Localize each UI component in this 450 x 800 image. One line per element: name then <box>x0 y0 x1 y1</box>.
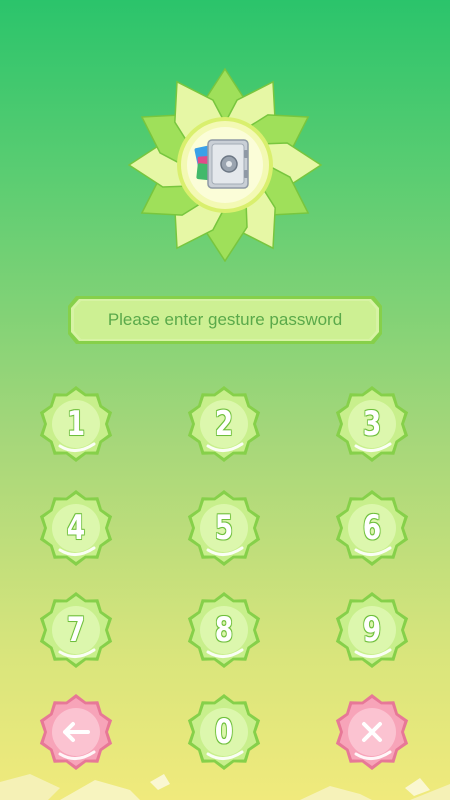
key-1[interactable]: 1 <box>38 386 114 462</box>
key-label: 4 <box>66 508 86 548</box>
key-0[interactable]: 0 <box>186 694 262 770</box>
key-label: 0 <box>214 712 234 752</box>
crystal-decoration <box>0 774 450 800</box>
key-label: 8 <box>214 610 234 650</box>
key-label: 3 <box>362 404 382 444</box>
key-label: 9 <box>362 610 382 650</box>
key-2[interactable]: 2 <box>186 386 262 462</box>
key-label: 1 <box>66 404 86 444</box>
back-button[interactable] <box>38 694 114 770</box>
close-icon <box>362 722 382 742</box>
key-4[interactable]: 4 <box>38 490 114 566</box>
clear-button[interactable] <box>334 694 410 770</box>
key-8[interactable]: 8 <box>186 592 262 668</box>
lock-screen: Please enter gesture password 1234567890 <box>0 0 450 800</box>
key-9[interactable]: 9 <box>334 592 410 668</box>
arrow-left-icon <box>63 722 90 742</box>
key-7[interactable]: 7 <box>38 592 114 668</box>
key-label: 7 <box>66 610 86 650</box>
key-5[interactable]: 5 <box>186 490 262 566</box>
key-3[interactable]: 3 <box>334 386 410 462</box>
key-label: 5 <box>214 508 234 548</box>
keypad: 1 2 3 4 5 6 7 8 9 0 <box>0 0 450 800</box>
key-6[interactable]: 6 <box>334 490 410 566</box>
key-label: 2 <box>214 404 234 444</box>
key-label: 6 <box>362 508 382 548</box>
